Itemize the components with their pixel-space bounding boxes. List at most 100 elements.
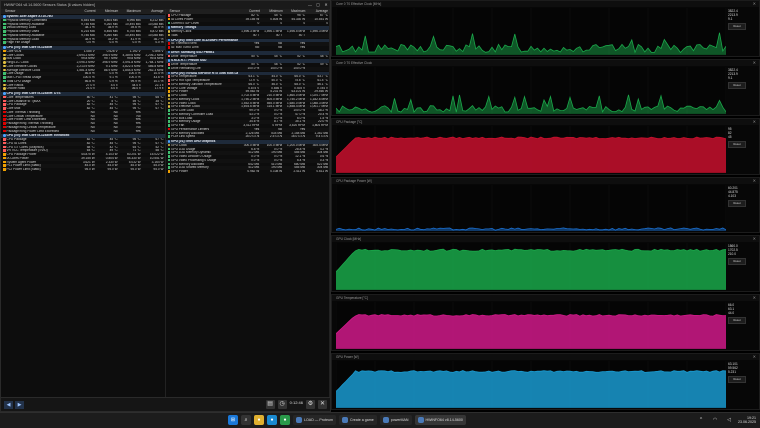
clock-icon[interactable]: ◷ bbox=[277, 400, 287, 409]
value-cur: 0.982 W bbox=[247, 170, 260, 173]
sensor-row[interactable]: GPU Power 0.982 W 0.108 W 2.411 W 0.611 W bbox=[166, 170, 330, 174]
report-icon[interactable]: ▤ bbox=[265, 400, 275, 409]
value-cur: No bbox=[90, 129, 95, 133]
reset-button[interactable]: Reset bbox=[728, 81, 746, 89]
close-icon[interactable]: ✕ bbox=[753, 60, 756, 66]
clock-icon bbox=[167, 33, 170, 37]
sensor-icon bbox=[167, 140, 170, 143]
chrome-icon[interactable]: ● bbox=[280, 415, 290, 425]
col-minimum[interactable]: Minimum bbox=[97, 9, 120, 14]
settings-icon[interactable]: ⚙ bbox=[306, 400, 315, 409]
sensor-row[interactable]: IA: Max Turbo Limit No No Yes bbox=[166, 46, 330, 50]
sensor-graph-window[interactable]: CPU Package [°C] ✕ 95 82 45 Reset bbox=[331, 117, 760, 175]
graph-title[interactable]: Core 0 T0 Effective Clock ✕ bbox=[332, 59, 759, 66]
title-bar[interactable]: HWiNFO64 v8.14-5600 Sensors Status [6 va… bbox=[1, 1, 330, 9]
graph-title[interactable]: GPU Clock [MHz] ✕ bbox=[332, 236, 759, 243]
maximize-icon[interactable]: ▢ bbox=[314, 1, 322, 9]
sensor-row[interactable]: PL2 Power Limit (Static) 95.0 W 95.0 W 95.0… bbox=[1, 168, 165, 172]
edge-icon[interactable]: ● bbox=[267, 415, 277, 425]
taskbar-window-button[interactable]: Create a game bbox=[338, 415, 377, 425]
sensor-name: Physical Memory Load bbox=[6, 37, 39, 41]
close-icon[interactable]: ✕ bbox=[753, 236, 756, 242]
sensor-row[interactable]: PCIe Link Speed 16.0 GT/s 2.5 GT/s 16.0 GT/… bbox=[165, 135, 329, 139]
app-icon bbox=[341, 417, 348, 423]
red-icon bbox=[3, 110, 6, 114]
clock-icon bbox=[167, 97, 170, 101]
sensor-graph-window[interactable]: GPU Clock [MHz] ✕ 1860.0 1702.5 210.0 Reset bbox=[331, 235, 760, 293]
sensor-row[interactable]: Drive Remaining Life 100.0 % 100.0 % 100.0 … bbox=[165, 66, 329, 71]
close-icon[interactable]: ✕ bbox=[753, 1, 756, 7]
taskbar-window-button[interactable]: powerMAN bbox=[379, 415, 412, 425]
taskbar-window-button[interactable]: HWiNFO64 v8.14-5600 bbox=[414, 415, 466, 425]
col-average[interactable]: Average bbox=[142, 9, 165, 14]
reset-button[interactable]: Reset bbox=[728, 140, 746, 148]
sensor-graph-window[interactable]: GPU Power [W] ✕ 63.101 59.562 5.231 Reset bbox=[331, 353, 760, 410]
sensor-graph-window[interactable]: CPU Package Power [W] ✕ 60.201 44.875 4.103 R… bbox=[331, 176, 760, 234]
close-icon[interactable]: ✕ bbox=[322, 1, 330, 9]
close-icon[interactable]: ✕ bbox=[753, 119, 756, 125]
app-icon bbox=[417, 417, 424, 423]
temp-icon bbox=[3, 141, 6, 145]
taskbar-window-button[interactable]: LOAD — Proteum bbox=[293, 415, 336, 425]
value-min: 4.0 x bbox=[110, 87, 118, 91]
wifi-icon[interactable]: ◠ bbox=[710, 415, 720, 425]
close-icon[interactable]: ✕ bbox=[753, 178, 756, 184]
chevron-up-icon[interactable]: ^ bbox=[696, 415, 706, 425]
graph-title-text: Core 0 T0 Effective Clock [MHz] bbox=[336, 2, 382, 6]
close-icon[interactable]: ✕ bbox=[753, 354, 756, 360]
sensor-name: IA: Max Turbo Limit bbox=[171, 46, 199, 50]
close-icon[interactable]: ✕ bbox=[318, 400, 327, 409]
graph-title[interactable]: CPU Package Power [W] ✕ bbox=[332, 177, 759, 184]
sensor-name: GPU Clock bbox=[171, 143, 187, 147]
left-sensor-pane[interactable]: Sensor Current Minimum Maximum Average S… bbox=[1, 9, 166, 398]
sensor-name: Core Usage bbox=[6, 72, 24, 76]
search-icon[interactable]: ⌕ bbox=[241, 415, 251, 425]
graph-title[interactable]: Core 0 T0 Effective Clock [MHz] ✕ bbox=[332, 1, 759, 7]
reset-button[interactable]: Reset bbox=[728, 199, 746, 207]
reset-button[interactable]: Reset bbox=[728, 23, 746, 30]
reset-button[interactable]: Reset bbox=[728, 376, 746, 384]
sensor-row[interactable]: Current cTDP Level 0 0 0 0 bbox=[166, 21, 330, 26]
folder-icon[interactable]: ● bbox=[254, 415, 264, 425]
col-sensor[interactable]: Sensor bbox=[3, 9, 74, 14]
chip-icon bbox=[3, 26, 6, 29]
graph-title[interactable]: GPU Power [W] ✕ bbox=[332, 354, 759, 361]
sensor-row[interactable]: Page File Usage 0.0 % 0.0 % 0.0 % 0.0 % bbox=[1, 41, 165, 45]
volume-icon[interactable]: ◁ bbox=[724, 415, 734, 425]
right-sensor-pane[interactable]: Sensor Current Minimum Maximum Average C… bbox=[165, 9, 330, 398]
sensor-row[interactable]: Package/Ring Power Limit Exceeded No No Yes bbox=[1, 129, 165, 134]
value-avg bbox=[306, 34, 329, 38]
chip-icon bbox=[3, 41, 6, 44]
value-max: 95.0 W bbox=[130, 168, 141, 171]
sensor-name: Ring/LLC Clock bbox=[6, 61, 29, 65]
sensor-name: IA: Thermal Event bbox=[171, 42, 197, 46]
value-avg bbox=[306, 67, 329, 71]
temp-icon bbox=[3, 138, 6, 141]
graph-min-value: 5.231 bbox=[728, 370, 736, 375]
minimize-icon[interactable]: — bbox=[306, 1, 314, 9]
taskbar-clock[interactable]: 19:21 23.06.2025 bbox=[738, 416, 756, 425]
nav-left-icon[interactable]: ◀ bbox=[4, 400, 13, 409]
graph-title[interactable]: CPU Package [°C] ✕ bbox=[332, 118, 759, 125]
sensor-name: Drive Temperature bbox=[171, 54, 198, 58]
sensor-row[interactable]: Tcas 40 T 40 T 40 T bbox=[165, 33, 329, 38]
sensor-row[interactable]: Uncore Ratio 21.0 x 4.0 x 36.0 x 17.9 x bbox=[1, 87, 165, 91]
col-current[interactable]: Current bbox=[74, 9, 97, 14]
reset-button[interactable]: Reset bbox=[728, 258, 746, 266]
sensor-graph-window[interactable]: GPU Temperature [°C] ✕ 66.0 63.1 44.0 Reset bbox=[331, 294, 760, 352]
start-icon[interactable]: ⊞ bbox=[228, 415, 238, 425]
col-maximum[interactable]: Maximum bbox=[119, 9, 142, 14]
sensor-graph-window[interactable]: Core 0 T0 Effective Clock [MHz] ✕ 3822.4 22… bbox=[331, 0, 760, 57]
sensor-row[interactable]: Drive Temperature 50 °C 45 °C 52 °C 48 °C bbox=[166, 54, 330, 59]
column-header[interactable]: Sensor Current Minimum Maximum Average bbox=[1, 9, 165, 14]
graph-title[interactable]: GPU Temperature [°C] ✕ bbox=[332, 295, 759, 302]
hwinfo-window: HWiNFO64 v8.14-5600 Sensors Status [6 va… bbox=[0, 0, 331, 412]
clock-icon bbox=[167, 105, 170, 108]
reset-button[interactable]: Reset bbox=[728, 317, 746, 325]
power-icon bbox=[3, 49, 6, 53]
nav-right-icon[interactable]: ▶ bbox=[15, 400, 24, 409]
sensor-graph-window[interactable]: Core 0 T0 Effective Clock ✕ 3822.4 2213.9 9.… bbox=[331, 58, 760, 116]
close-icon[interactable]: ✕ bbox=[753, 295, 756, 301]
temp-icon bbox=[167, 63, 170, 66]
temp-icon bbox=[3, 95, 6, 99]
